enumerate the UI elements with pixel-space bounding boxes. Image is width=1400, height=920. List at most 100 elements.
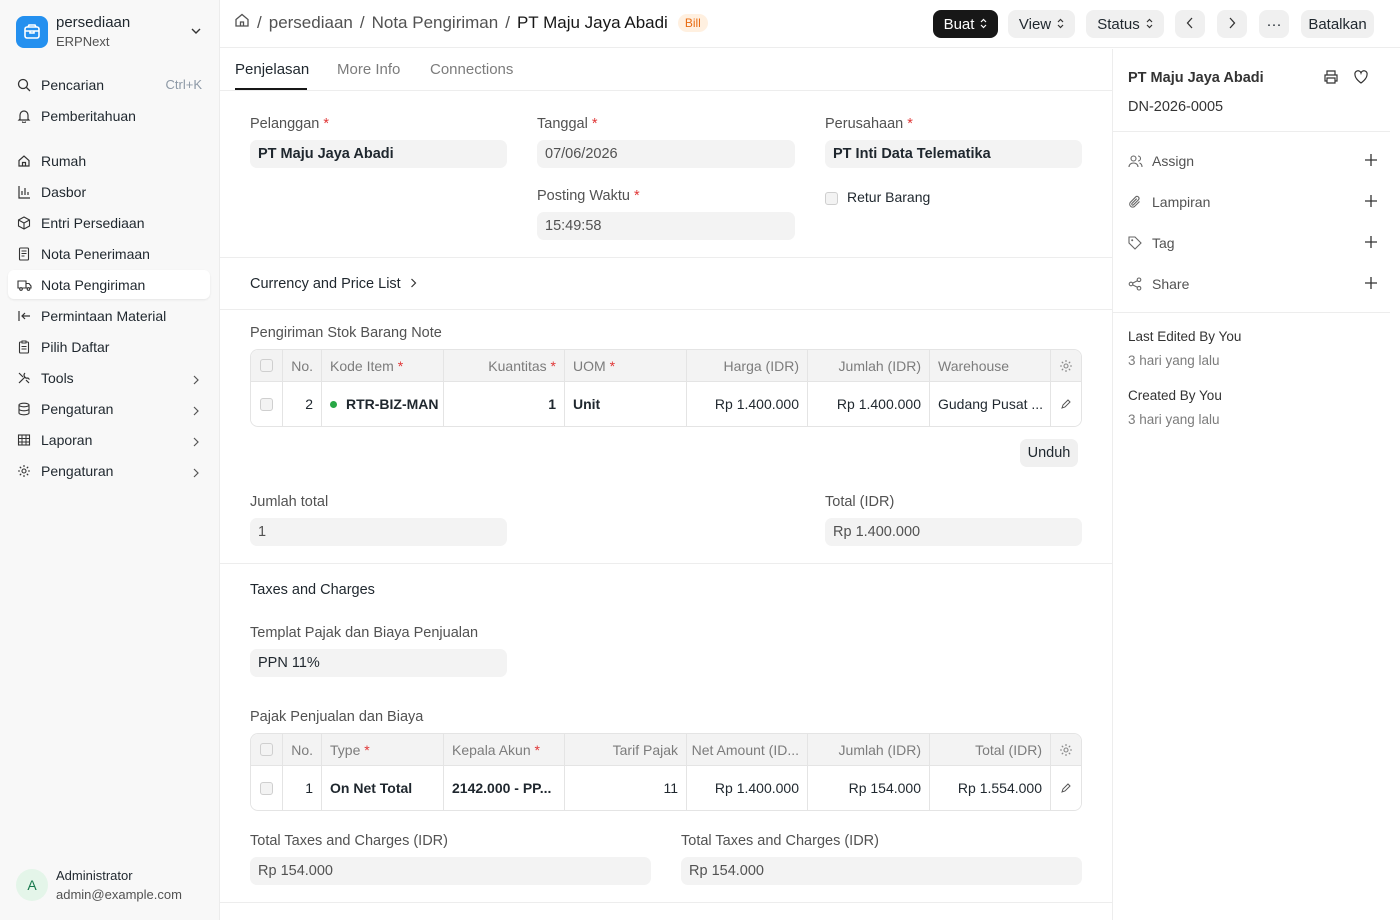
app-switcher[interactable]: persediaan ERPNext [16, 12, 206, 52]
taxes-table-title: Pajak Penjualan dan Biaya [250, 709, 424, 725]
tax-rate-cell[interactable]: 11 [565, 766, 687, 810]
download-button[interactable]: Unduh [1020, 439, 1078, 467]
breadcrumb-doctype[interactable]: Nota Pengiriman [372, 13, 499, 33]
truck-icon [16, 277, 32, 293]
is-return-checkbox[interactable] [825, 192, 838, 205]
sidebar-item-nota-pengiriman[interactable]: Nota Pengiriman [8, 270, 210, 299]
database-icon [16, 401, 32, 417]
sidebar-item-nota-penerimaan[interactable]: Nota Penerimaan [8, 239, 210, 268]
edit-icon[interactable] [1051, 382, 1081, 426]
currency-section-toggle[interactable]: Currency and Price List [250, 276, 417, 292]
select-all-checkbox[interactable] [251, 350, 283, 381]
sidebar-item-permintaan-material[interactable]: Permintaan Material [8, 301, 210, 330]
cancel-label: Batalkan [1308, 15, 1367, 33]
total-taxes-company-field: Rp 154.000 [681, 857, 1082, 885]
gear-icon [16, 463, 32, 479]
sidebar-item-label: Laporan [41, 431, 93, 448]
status-label: Status [1097, 15, 1140, 33]
previous-button[interactable] [1175, 10, 1205, 38]
plus-icon[interactable] [1364, 235, 1378, 252]
plus-icon[interactable] [1364, 276, 1378, 293]
uom-cell[interactable]: Unit [565, 382, 687, 426]
row-checkbox[interactable] [251, 766, 283, 810]
row-checkbox[interactable] [251, 382, 283, 426]
sidebar-item-laporan[interactable]: Laporan [8, 425, 210, 454]
posting-time-label: Posting Waktu * [537, 188, 640, 204]
cancel-button[interactable]: Batalkan [1301, 10, 1374, 38]
section-divider [220, 257, 1112, 258]
posting-time-field[interactable]: 15:49:58 [537, 212, 795, 240]
user-menu[interactable]: A Administrator admin@example.com [16, 866, 182, 904]
print-icon[interactable] [1323, 69, 1339, 88]
sidebar-item-label: Pengaturan [41, 400, 114, 417]
app-name: persediaan [56, 14, 131, 31]
date-field[interactable]: 07/06/2026 [537, 140, 795, 168]
breadcrumb-module[interactable]: persediaan [269, 13, 353, 33]
tab-penjelasan[interactable]: Penjelasan [235, 61, 309, 78]
section-divider [220, 309, 1112, 310]
tag-label: Tag [1152, 235, 1175, 251]
gear-icon[interactable] [1051, 734, 1081, 765]
share-label: Share [1152, 276, 1190, 292]
rate-cell[interactable]: Rp 1.400.000 [687, 382, 808, 426]
home-icon[interactable] [234, 12, 250, 33]
chevron-right-icon [192, 434, 200, 450]
sidebar-item-label: Nota Penerimaan [41, 245, 150, 262]
notifications-button[interactable]: Pemberitahuan [8, 101, 210, 130]
company-field[interactable]: PT Inti Data Telematika [825, 140, 1082, 168]
topbar: / persediaan / Nota Pengiriman / PT Maju… [220, 0, 1400, 48]
sidebar-item-dasbor[interactable]: Dasbor [8, 177, 210, 206]
created-label: Created By You [1128, 388, 1222, 403]
sidebar-item-pengaturan-stock[interactable]: Pengaturan [8, 394, 210, 423]
column-header: Tarif Pajak [565, 734, 687, 765]
total-taxes-company-label: Total Taxes and Charges (IDR) [681, 833, 879, 849]
tax-template-field[interactable]: PPN 11% [250, 649, 507, 677]
plus-icon[interactable] [1364, 153, 1378, 170]
heart-icon[interactable] [1353, 69, 1369, 88]
items-table-title: Pengiriman Stok Barang Note [250, 325, 442, 341]
gear-icon[interactable] [1051, 350, 1081, 381]
column-header: Jumlah (IDR) [808, 350, 930, 381]
sidebar-item-tools[interactable]: Tools [8, 363, 210, 392]
account-head-cell[interactable]: 2142.000 - PP... [444, 766, 565, 810]
items-table-header: No. Kode Item * Kuantitas * UOM * Harga … [251, 350, 1081, 382]
select-all-checkbox[interactable] [251, 734, 283, 765]
chevron-right-icon [410, 276, 417, 292]
attachments-action[interactable]: Lampiran [1128, 192, 1378, 212]
status-badge: Bill [677, 13, 708, 32]
create-button[interactable]: Buat [933, 10, 998, 38]
sidebar-item-pilih-daftar[interactable]: Pilih Daftar [8, 332, 210, 361]
box-icon [16, 215, 32, 231]
search-label: Pencarian [41, 76, 105, 93]
qty-cell[interactable]: 1 [444, 382, 565, 426]
search-button[interactable]: Pencarian Ctrl+K [8, 70, 210, 99]
sidebar-item-label: Entri Persediaan [41, 214, 145, 231]
item-code-cell[interactable]: RTR-BIZ-MAN [322, 382, 444, 426]
charge-type-cell[interactable]: On Net Total [322, 766, 444, 810]
tab-connections[interactable]: Connections [430, 61, 513, 78]
table-row[interactable]: 2 RTR-BIZ-MAN 1 Unit Rp 1.400.000 Rp 1.4… [251, 382, 1081, 426]
share-action[interactable]: Share [1128, 274, 1378, 294]
status-button[interactable]: Status [1086, 10, 1164, 38]
sidebar-item-rumah[interactable]: Rumah [8, 146, 210, 175]
sidebar-item-label: Nota Pengiriman [41, 276, 146, 293]
warehouse-cell[interactable]: Gudang Pusat ... [930, 382, 1051, 426]
edit-icon[interactable] [1051, 766, 1081, 810]
next-button[interactable] [1217, 10, 1247, 38]
more-actions-button[interactable]: ··· [1259, 10, 1289, 38]
view-button[interactable]: View [1008, 10, 1075, 38]
chevron-left-icon [1186, 16, 1194, 33]
avatar: A [16, 869, 48, 901]
tax-total-cell: Rp 1.554.000 [930, 766, 1051, 810]
customer-field[interactable]: PT Maju Jaya Abadi [250, 140, 507, 168]
table-row[interactable]: 1 On Net Total 2142.000 - PP... 11 Rp 1.… [251, 766, 1081, 810]
tag-action[interactable]: Tag [1128, 233, 1378, 253]
plus-icon[interactable] [1364, 194, 1378, 211]
assign-action[interactable]: Assign [1128, 151, 1378, 171]
view-label: View [1018, 15, 1052, 33]
sidebar-item-entri-persediaan[interactable]: Entri Persediaan [8, 208, 210, 237]
tab-more-info[interactable]: More Info [337, 61, 400, 78]
sidebar-item-pengaturan[interactable]: Pengaturan [8, 456, 210, 485]
column-header: Harga (IDR) [687, 350, 808, 381]
chevron-right-icon [1228, 16, 1236, 33]
